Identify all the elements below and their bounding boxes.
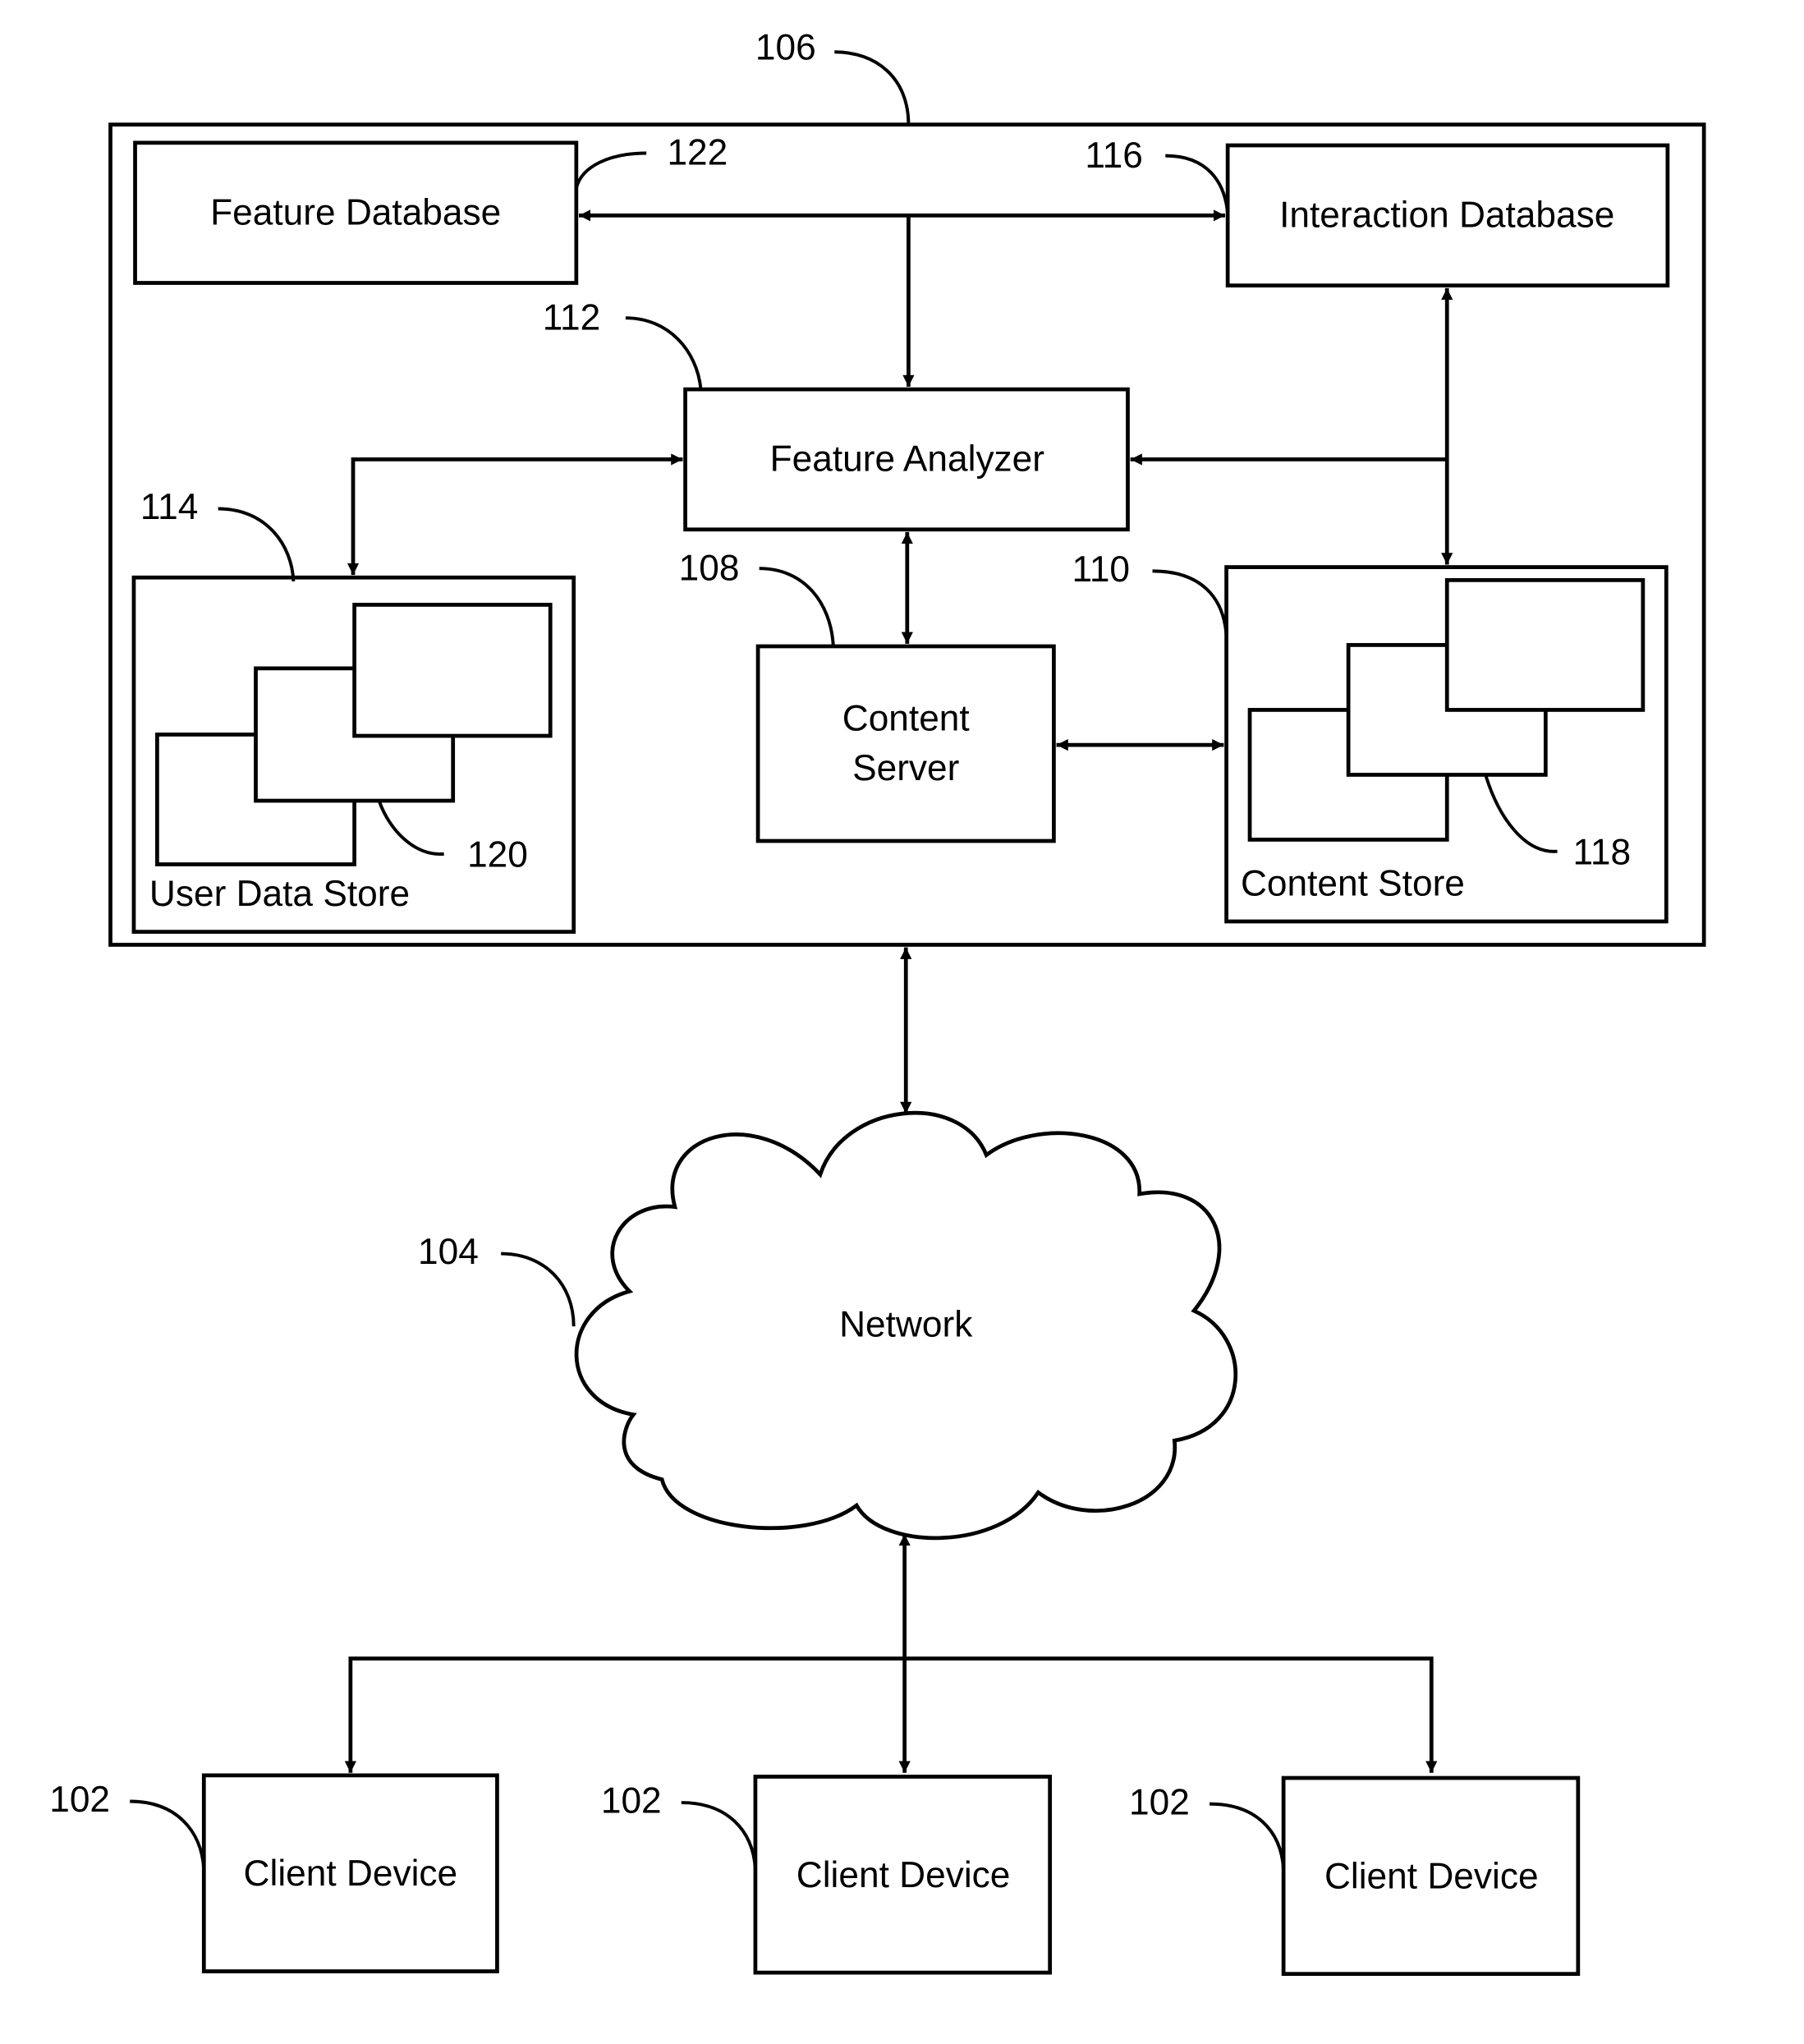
ref-104: 104 [418,1232,479,1272]
content-server-label-1: Content [842,699,970,739]
interaction-database-label: Interaction Database [1279,195,1614,236]
ref-118: 118 [1573,832,1632,872]
ref-116: 116 [1085,136,1143,176]
system-diagram: 106 Feature Database 122 Interaction Dat… [49,28,1706,1977]
leader-102 [1210,1802,1286,1869]
content-server-box [755,644,1056,843]
content-item-1 [1444,578,1646,712]
ref-102: 102 [1129,1782,1190,1822]
ref-122: 122 [667,133,728,173]
ref-110: 110 [1072,549,1131,590]
leader-104 [501,1252,576,1327]
ref-102: 102 [49,1780,110,1820]
client-device-label: Client Device [244,1853,458,1894]
client-device-2: Client Device 102 [601,1775,1053,1975]
leader-106 [834,50,911,125]
ref-108: 108 [679,548,740,588]
client-device-1: Client Device 102 [49,1773,499,1973]
ref-102: 102 [601,1781,662,1821]
content-store-label: Content Store [1241,863,1465,903]
ref-114: 114 [140,487,199,527]
user-data-item-1 [352,603,553,738]
leader-102 [130,1799,206,1869]
arrow-network-client-3 [904,1656,1438,1773]
feature-database-label: Feature Database [210,192,501,232]
leader-102 [681,1801,757,1869]
ref-120: 120 [467,835,528,875]
ref-112: 112 [543,297,601,338]
client-device-label: Client Device [1324,1856,1539,1896]
network-label: Network [839,1305,973,1345]
feature-analyzer-label: Feature Analyzer [770,439,1044,480]
ref-106: 106 [755,28,816,68]
client-device-label: Client Device [796,1855,1011,1895]
user-data-store-label: User Data Store [149,874,410,914]
client-device-3: Client Device 102 [1129,1775,1581,1977]
arrow-network-client-1 [344,1656,905,1773]
content-server-label-2: Server [852,748,959,788]
